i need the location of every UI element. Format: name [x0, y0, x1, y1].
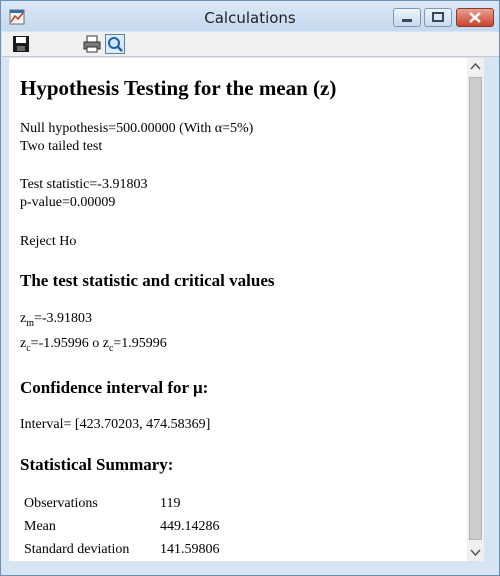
null-hypothesis-text: Null hypothesis=500.00000 (With α=5%)	[20, 121, 254, 136]
close-icon	[469, 12, 481, 23]
save-icon	[13, 36, 29, 52]
vertical-scrollbar[interactable]	[467, 58, 484, 561]
scroll-down-button[interactable]	[467, 544, 484, 561]
window-frame-bottom	[2, 561, 499, 575]
summary-table: Observations 119 Mean 449.14286 Standard…	[20, 492, 224, 561]
summary-value: 119	[160, 495, 181, 511]
save-button[interactable]	[11, 34, 31, 54]
test-type-text: Two tailed test	[20, 139, 103, 154]
summary-value: 449.14286	[160, 518, 220, 534]
critical-values-heading: The test statistic and critical values	[20, 271, 275, 290]
calculations-window: Calculations Hypothesis Testing for the …	[0, 0, 500, 576]
chevron-down-icon	[470, 549, 481, 557]
chevron-up-icon	[470, 62, 481, 70]
summary-label: Standard deviation	[24, 541, 130, 557]
title-bar[interactable]: Calculations	[1, 1, 499, 31]
table-row: Observations 119	[20, 492, 224, 515]
summary-label: Mean	[24, 518, 56, 534]
test-statistic-text: Test statistic=-3.91803	[20, 177, 148, 192]
maximize-button[interactable]	[424, 8, 452, 27]
summary-label: Observations	[24, 495, 98, 511]
table-row: Standard deviation 141.59806	[20, 538, 224, 561]
summary-heading: Statistical Summary:	[20, 455, 174, 474]
summary-value: 141.59806	[160, 541, 220, 557]
toolbar	[2, 32, 499, 57]
maximize-icon	[432, 12, 444, 22]
zm-value-line: zm=-3.91803	[20, 311, 93, 329]
table-row: Mean 449.14286	[20, 515, 224, 538]
scroll-up-button[interactable]	[467, 58, 484, 75]
report-content: Hypothesis Testing for the mean (z) Null…	[9, 58, 467, 561]
interval-text: Interval= [423.70203, 474.58369]	[20, 417, 211, 432]
confidence-interval-heading: Confidence interval for μ:	[20, 378, 209, 397]
window-frame-right	[484, 58, 499, 575]
printer-icon	[83, 35, 101, 53]
print-preview-button[interactable]	[105, 34, 125, 54]
close-button[interactable]	[456, 8, 494, 27]
report-heading: Hypothesis Testing for the mean (z)	[20, 76, 337, 100]
scrollbar-thumb[interactable]	[469, 77, 482, 540]
minimize-icon	[402, 19, 412, 22]
p-value-text: p-value=0.00009	[20, 195, 116, 210]
magnifier-icon	[108, 37, 123, 52]
print-button[interactable]	[82, 34, 102, 54]
zc-values-line: zc=-1.95996 o zc=1.95996	[20, 336, 167, 354]
minimize-button[interactable]	[393, 8, 421, 27]
decision-text: Reject Ho	[20, 234, 77, 249]
